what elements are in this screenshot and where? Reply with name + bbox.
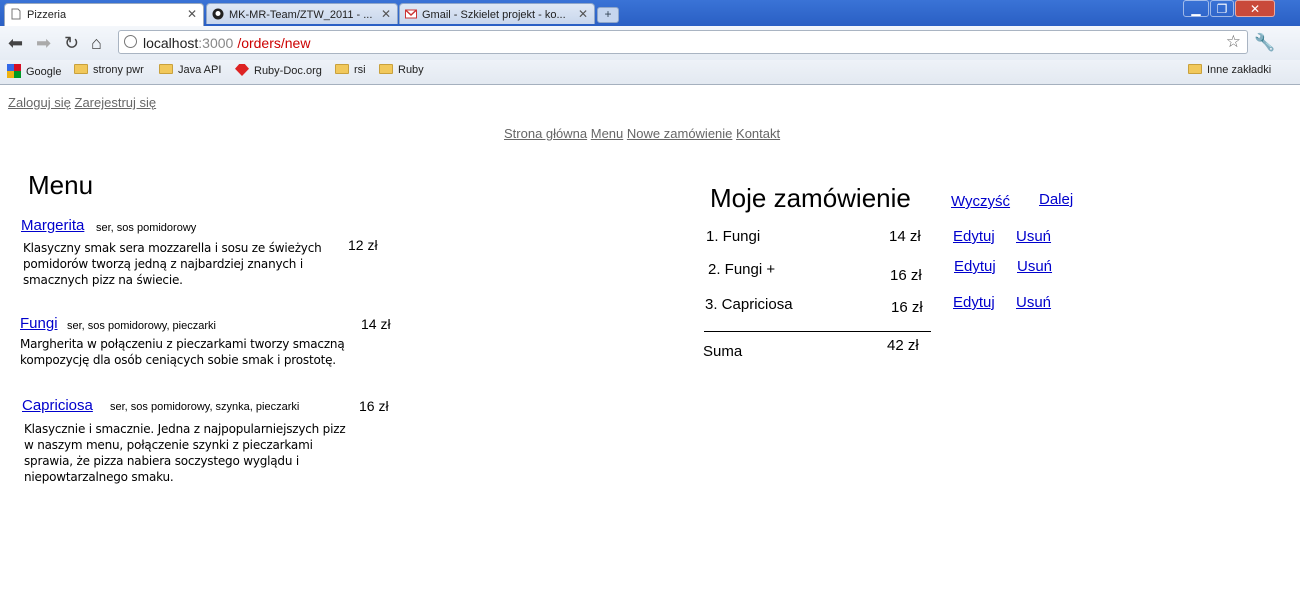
close-window-button[interactable]: ✕ [1235, 0, 1275, 17]
close-icon[interactable]: ✕ [187, 7, 197, 21]
tab-pizzeria[interactable]: Pizzeria ✕ [4, 3, 204, 26]
bookmarks-bar: Google strony pwr Java API Ruby-Doc.org … [0, 60, 1300, 85]
tab-github[interactable]: MK-MR-Team/ZTW_2011 - ... ✕ [206, 3, 398, 24]
register-link[interactable]: Zarejestruj się [75, 95, 157, 110]
bookmark-ruby-doc[interactable]: Ruby-Doc.org [235, 64, 322, 77]
menu-heading: Menu [28, 170, 94, 200]
order-item-price: 14 zł [889, 228, 921, 245]
folder-icon [159, 64, 173, 74]
tab-title: Pizzeria [27, 9, 67, 21]
pizza-description: Margherita w połączeniu z pieczarkami tw… [20, 337, 345, 367]
forward-arrow-icon[interactable]: ➡ [36, 34, 51, 52]
folder-icon [1188, 64, 1202, 74]
browser-title-bar: Pizzeria ✕ MK-MR-Team/ZTW_2011 - ... ✕ G… [0, 0, 1300, 26]
pizza-price: 14 zł [361, 316, 391, 332]
restore-button[interactable]: ❐ [1210, 0, 1234, 17]
nav-home[interactable]: Strona główna [504, 126, 587, 141]
auth-links: Zaloguj się Zarejestruj się [8, 95, 156, 110]
nav-new-order[interactable]: Nowe zamówienie [627, 126, 733, 141]
pizza-ingredients: ser, sos pomidorowy, szynka, pieczarki [110, 401, 300, 413]
new-tab-button[interactable]: + [597, 7, 619, 23]
sum-label: Suma [703, 343, 743, 360]
sum-value: 42 zł [887, 337, 919, 354]
pizza-name-link[interactable]: Fungi [20, 315, 58, 332]
folder-icon [335, 64, 349, 74]
main-nav: Strona główna Menu Nowe zamówienie Konta… [504, 126, 780, 141]
bookmark-ruby[interactable]: Ruby [379, 64, 424, 76]
pizza-name-link[interactable]: Margerita [21, 217, 84, 234]
edit-item-link[interactable]: Edytuj [953, 294, 995, 311]
page-icon [11, 8, 21, 20]
bookmark-java-api[interactable]: Java API [159, 64, 221, 76]
wrench-icon[interactable]: 🔧 [1254, 33, 1275, 53]
globe-icon [124, 35, 137, 48]
minimize-button[interactable]: ▁ [1183, 0, 1209, 17]
bookmark-google[interactable]: Google [7, 64, 61, 78]
pizza-description: Klasyczny smak sera mozzarella i sosu ze… [23, 241, 322, 287]
order-item-price: 16 zł [891, 299, 923, 316]
nav-contact[interactable]: Kontakt [736, 126, 780, 141]
folder-icon [379, 64, 393, 74]
remove-item-link[interactable]: Usuń [1017, 258, 1052, 275]
remove-item-link[interactable]: Usuń [1016, 228, 1051, 245]
folder-icon [74, 64, 88, 74]
pizza-ingredients: ser, sos pomidorowy, pieczarki [67, 320, 216, 332]
order-item-label: 1. Fungi [706, 228, 761, 245]
home-icon[interactable]: ⌂ [91, 34, 102, 52]
google-icon [7, 64, 21, 78]
order-item-price: 16 zł [890, 267, 922, 284]
ruby-icon [235, 64, 249, 76]
pizza-price: 16 zł [359, 398, 389, 414]
bookmark-star-icon[interactable]: ☆ [1226, 32, 1241, 52]
back-arrow-icon[interactable]: ⬅ [8, 34, 23, 52]
order-item-label: 3. Capriciosa [705, 296, 793, 313]
clear-order-link[interactable]: Wyczyść [951, 193, 1010, 210]
order-item-label: 2. Fungi + [708, 261, 776, 278]
remove-item-link[interactable]: Usuń [1016, 294, 1051, 311]
tab-title: Gmail - Szkielet projekt - ko... [422, 9, 566, 21]
pizza-ingredients: ser, sos pomidorowy [96, 222, 197, 234]
close-icon[interactable]: ✕ [381, 7, 391, 21]
url-text: localhost:3000/orders/new [143, 35, 311, 51]
other-bookmarks[interactable]: Inne zakładki [1188, 64, 1271, 76]
edit-item-link[interactable]: Edytuj [953, 228, 995, 245]
order-heading: Moje zamówienie [710, 183, 911, 213]
reload-icon[interactable]: ↻ [64, 34, 79, 52]
github-icon [212, 8, 224, 20]
tab-title: MK-MR-Team/ZTW_2011 - ... [229, 9, 373, 21]
next-link[interactable]: Dalej [1039, 191, 1073, 208]
close-icon[interactable]: ✕ [578, 7, 588, 21]
login-link[interactable]: Zaloguj się [8, 95, 71, 110]
sum-divider [704, 331, 931, 332]
pizza-description: Klasycznie i smacznie. Jedna z najpopula… [24, 422, 346, 484]
gmail-icon [405, 9, 417, 19]
bookmark-strony-pwr[interactable]: strony pwr [74, 64, 144, 76]
nav-menu[interactable]: Menu [591, 126, 624, 141]
pizza-price: 12 zł [348, 237, 378, 253]
address-bar[interactable]: localhost:3000/orders/new ☆ [118, 30, 1248, 54]
bookmark-rsi[interactable]: rsi [335, 64, 366, 76]
tab-gmail[interactable]: Gmail - Szkielet projekt - ko... ✕ [399, 3, 595, 24]
edit-item-link[interactable]: Edytuj [954, 258, 996, 275]
pizza-name-link[interactable]: Capriciosa [22, 397, 93, 414]
browser-toolbar: ⬅ ➡ ↻ ⌂ localhost:3000/orders/new ☆ 🔧 [0, 26, 1300, 60]
